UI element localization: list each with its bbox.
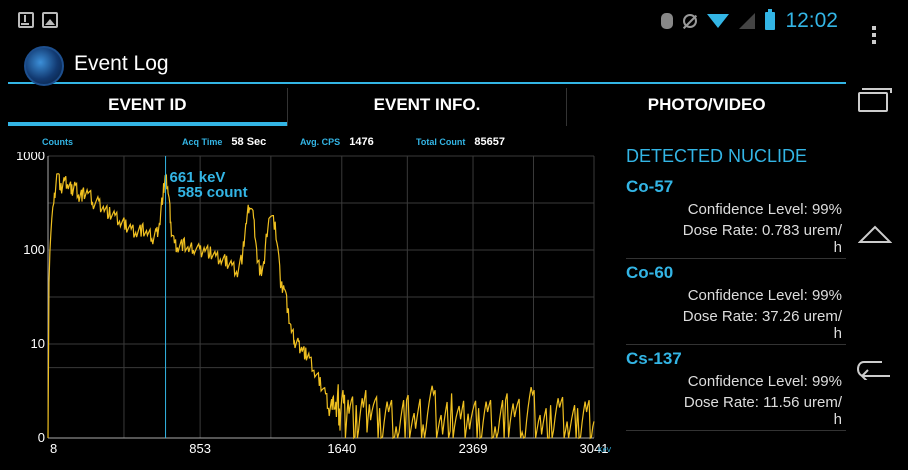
- navigation-bar: [846, 0, 908, 470]
- list-item[interactable]: Co-57 Confidence Level: 99% Dose Rate: 0…: [626, 177, 846, 259]
- tab-event-info[interactable]: EVENT INFO.: [288, 88, 568, 126]
- y-tick-label: 100: [23, 242, 45, 257]
- spectrum-chart[interactable]: 10001001008 853 1640 2369 3041KeV661 keV585 …: [8, 152, 612, 458]
- dose-rate-line1: Dose Rate: 0.783 urem/: [682, 222, 842, 239]
- recent-apps-icon[interactable]: [858, 88, 892, 112]
- counts-label: Counts: [42, 137, 73, 147]
- y-tick-label: 0: [38, 430, 45, 445]
- tab-event-id[interactable]: EVENT ID: [8, 88, 288, 126]
- app-title: Event Log: [74, 52, 169, 75]
- nuclide-name: Co-60: [626, 263, 674, 282]
- nuclide-name: Co-57: [626, 177, 674, 196]
- nuclide-panel: DETECTED NUCLIDE Co-57 Confidence Level:…: [626, 146, 846, 435]
- tab-photo-video[interactable]: PHOTO/VIDEO: [567, 88, 846, 126]
- dose-rate-line1: Dose Rate: 37.26 urem/: [682, 308, 842, 325]
- confidence-level: Confidence Level: 99%: [687, 287, 842, 304]
- dose-rate: Dose Rate: 11.56 urem/ h: [626, 394, 846, 428]
- dose-rate-line2: h: [833, 411, 842, 428]
- back-icon[interactable]: [854, 356, 896, 380]
- confidence-level: Confidence Level: 99%: [687, 373, 842, 390]
- panel-title: DETECTED NUCLIDE: [626, 146, 808, 166]
- status-bar: 12:02: [8, 6, 846, 34]
- wifi-icon: [707, 14, 730, 28]
- x-axis-label: KeV: [598, 447, 612, 454]
- total-count-label: Total Count: [416, 137, 466, 147]
- battery-icon: [765, 9, 776, 30]
- dose-rate-line2: h: [833, 325, 842, 342]
- dose-rate-line2: h: [833, 239, 842, 256]
- mute-icon: [683, 14, 698, 28]
- spectrum-series-line: [47, 173, 595, 440]
- dose-rate: Dose Rate: 37.26 urem/ h: [626, 308, 846, 342]
- download-icon: [18, 12, 34, 28]
- counts-label-wrap: Counts: [42, 136, 73, 152]
- dose-rate-line1: Dose Rate: 11.56 urem/: [683, 394, 842, 411]
- list-item[interactable]: Cs-137 Confidence Level: 99% Dose Rate: …: [626, 349, 846, 431]
- avg-cps: Avg. CPS 1476: [300, 136, 374, 152]
- tab-bar: EVENT ID EVENT INFO. PHOTO/VIDEO: [8, 88, 846, 126]
- acq-time: Acq Time 58 Sec: [182, 136, 266, 152]
- acq-time-label: Acq Time: [182, 137, 223, 147]
- x-tick-label: 853: [189, 441, 211, 456]
- image-icon: [42, 12, 58, 28]
- x-tick-label: 1640: [327, 441, 356, 456]
- total-count-value: 85657: [474, 136, 505, 148]
- overflow-menu-icon[interactable]: [872, 26, 876, 44]
- avg-cps-value: 1476: [349, 136, 374, 148]
- acq-time-value: 58 Sec: [231, 136, 267, 148]
- y-tick-label: 1000: [16, 152, 45, 163]
- avg-cps-label: Avg. CPS: [300, 137, 341, 147]
- signal-icon: [739, 13, 756, 29]
- home-icon[interactable]: [858, 224, 892, 244]
- list-item[interactable]: Co-60 Confidence Level: 99% Dose Rate: 3…: [626, 263, 846, 345]
- action-bar: Event Log: [8, 42, 846, 86]
- x-tick-label: 8: [50, 441, 57, 456]
- confidence-level: Confidence Level: 99%: [687, 201, 842, 218]
- total-count: Total Count 85657: [416, 136, 505, 152]
- x-tick-label: 2369: [459, 441, 488, 456]
- marker-count-label: 585 count: [178, 184, 248, 201]
- nuclide-name: Cs-137: [626, 349, 682, 368]
- app-logo-icon[interactable]: [24, 46, 64, 86]
- dose-rate: Dose Rate: 0.783 urem/ h: [626, 222, 846, 256]
- status-time: 12:02: [785, 9, 838, 32]
- app-screen: 12:02 Event Log EVENT ID EVENT INFO. PHO…: [8, 6, 846, 462]
- bluetooth-icon: [661, 13, 674, 29]
- y-tick-label: 10: [31, 336, 45, 351]
